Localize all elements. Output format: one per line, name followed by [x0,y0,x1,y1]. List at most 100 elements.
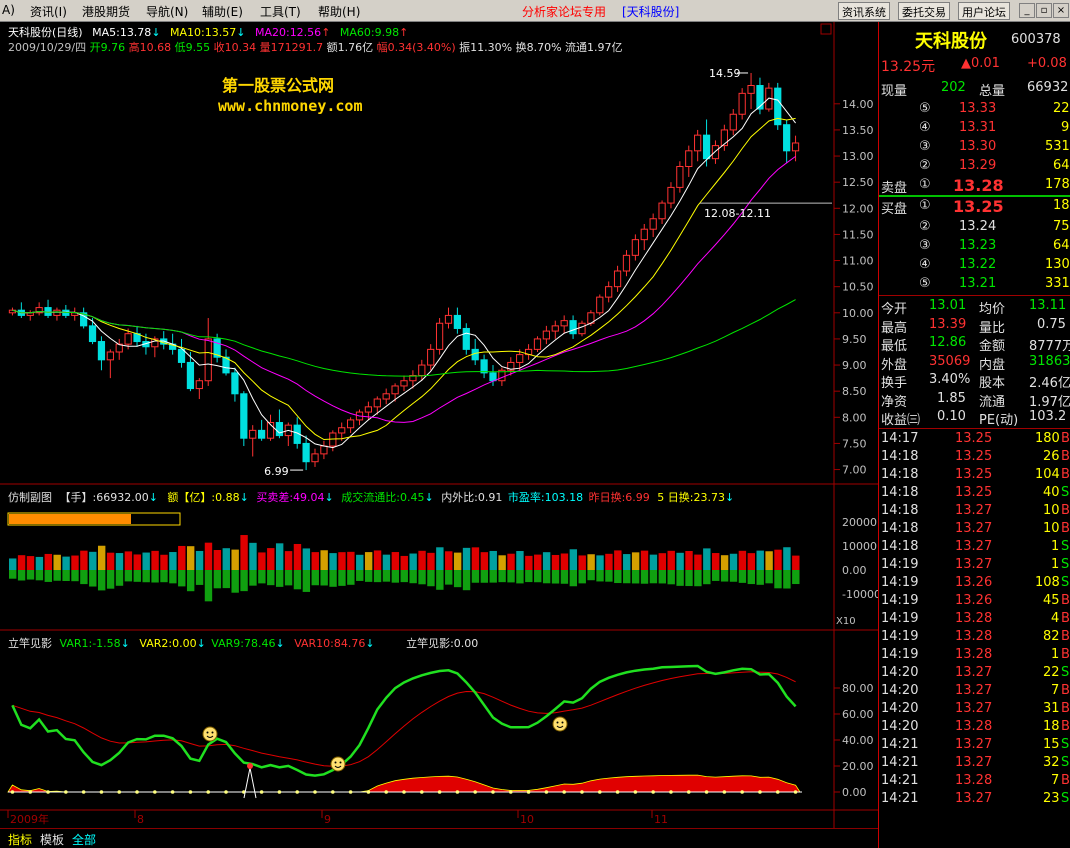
stock-name: 天科股份 [915,31,987,52]
vol-bar-up [400,555,408,570]
chart-area[interactable]: 14.00 13.50 13.00 12.50 12.00 11.50 11.00 10.50… [0,22,878,828]
tick-row[interactable]: 14:19 13.26 108 S [879,574,1070,593]
tick-row[interactable]: 14:21 13.27 15 S [879,736,1070,755]
vol-bar-up [480,552,489,570]
ind-tick-label: 60.00 [842,708,874,721]
zero-dot [259,790,264,794]
vol-bar-up [222,548,230,570]
info-system-button[interactable]: 资讯系统 [838,2,890,20]
amount-label: 额1.76亿 [326,41,374,54]
vol-bar-down [694,570,702,587]
stats-row: 外盘 35069 内盘 31863 [879,353,1070,373]
vol-bar-down [35,570,44,581]
tick-row[interactable]: 14:20 13.27 22 S [879,664,1070,683]
tick-time: 14:20 [881,664,919,680]
tick-side: B [1061,592,1070,608]
tick-side: B [1061,466,1070,482]
tick-row[interactable]: 14:18 13.25 40 S [879,484,1070,503]
tick-row[interactable]: 14:18 13.25 104 B [879,466,1070,485]
tick-price: 13.28 [955,718,993,734]
tick-row[interactable]: 14:18 13.27 10 B [879,520,1070,539]
vol-bar-down [400,570,408,583]
tick-row[interactable]: 14:21 13.28 7 B [879,772,1070,791]
menu-tools[interactable]: 工具(T) [260,3,301,20]
menu-prefix[interactable]: A) [2,3,15,17]
vol-bar-down [596,570,604,582]
change-label: 幅0.34(3.40%) [376,41,456,54]
vol-bar-up [471,547,480,570]
candle [249,429,257,439]
tick-row[interactable]: 14:19 13.28 1 B [879,646,1070,665]
vol-bar-up [747,553,756,570]
stats-row: 收益㈢ 0.10 PE(动) 103.2 [879,408,1070,428]
tick-side: B [1061,520,1070,536]
date-tick-label: 9 [324,813,331,826]
zero-dot [597,790,602,794]
forum-button[interactable]: 用户论坛 [958,2,1010,20]
vol-bar-down [614,570,622,584]
tick-row[interactable]: 14:19 13.26 45 B [879,592,1070,611]
tick-row[interactable]: 14:19 13.28 82 B [879,628,1070,647]
tab-indicator[interactable]: 指标 [8,831,32,848]
tick-row[interactable]: 14:18 13.25 26 B [879,448,1070,467]
tick-row[interactable]: 14:20 13.27 7 B [879,682,1070,701]
tab-template[interactable]: 模板 [40,831,64,848]
tick-side: S [1061,484,1070,500]
zero-dot [491,790,495,794]
vol-bar-down [631,570,640,584]
tick-row[interactable]: 14:20 13.28 18 B [879,718,1070,737]
tick-row[interactable]: 14:18 13.27 10 B [879,502,1070,521]
vol-bar-up [542,552,551,570]
stat-label: 收益㈢ [881,413,921,428]
candle [427,348,435,366]
price-arrow: ▲0.01 [961,56,1000,71]
vol-bar-up [240,535,248,570]
menu-assist[interactable]: 辅助(E) [202,3,243,20]
stat-label: 股本 [979,376,1006,391]
vol-bar-up [178,545,186,570]
vol-bar-up [676,552,684,570]
buy-row: ③ 13.23 64 [879,237,1070,256]
price-tick-label: 8.50 [842,385,867,398]
zero-dot [224,790,228,794]
menu-hk-futures[interactable]: 港股期货 [82,3,130,20]
zero-dot [170,790,175,794]
tick-row[interactable]: 14:21 13.27 32 S [879,754,1070,773]
minimize-button[interactable]: _ [1019,3,1035,18]
trade-button[interactable]: 委托交易 [898,2,950,20]
vol-bar-down [133,570,141,582]
vol-bar-up [418,550,426,570]
zero-dot [153,790,157,794]
menu-help[interactable]: 帮助(H) [318,3,360,20]
tab-all[interactable]: 全部 [72,831,96,848]
buy-price: 13.21 [959,276,997,291]
tick-row[interactable]: 14:19 13.27 1 S [879,556,1070,575]
tick-volume: 40 [1043,484,1060,500]
vol-bar-down [382,570,391,582]
tick-row[interactable]: 14:20 13.27 31 B [879,700,1070,719]
tick-row[interactable]: 14:17 13.25 180 B [879,430,1070,449]
tick-row[interactable]: 14:19 13.28 4 B [879,610,1070,629]
candle [738,92,746,115]
vol-bar-up [703,548,711,570]
close-icon[interactable]: × [1053,3,1069,18]
vol-bar-up [382,554,391,570]
vol-tick-label: 20000 [842,516,877,529]
menu-news[interactable]: 资讯(I) [30,3,67,20]
vol-bar-down [409,570,417,584]
zero-dot [758,790,762,794]
restore-button[interactable]: ▫ [1036,3,1052,18]
tick-row[interactable]: 14:18 13.27 1 S [879,538,1070,557]
zero-dot [651,790,655,794]
low-label: 低9.55 [174,41,211,54]
vol-bar-up [186,546,195,570]
tick-price: 13.27 [955,502,993,518]
buy-price: 13.23 [959,238,997,253]
vol-info-bar: 仿制副图 【手】:66932.00↓ 额【亿】:0.88↓ 买卖差:49.04↓… [8,491,735,504]
buy-volume: 18 [1053,198,1070,213]
candle [640,228,648,241]
tick-row[interactable]: 14:21 13.27 23 S [879,790,1070,809]
stat-value: 12.86 [929,335,967,350]
menu-navigate[interactable]: 导航(N) [146,3,188,20]
stat-label: 均价 [979,302,1006,317]
